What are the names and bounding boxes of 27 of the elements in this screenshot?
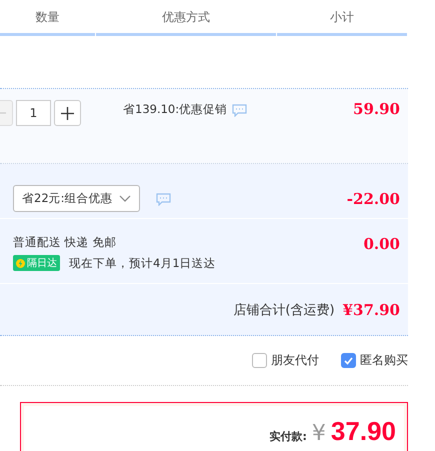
check-icon: [344, 356, 353, 364]
payment-amount: 37.90: [330, 416, 396, 446]
delivery-badge: 隔日达: [13, 255, 60, 271]
checkbox[interactable]: [252, 353, 267, 368]
chevron-down-icon: [118, 194, 131, 202]
shipping-amount: 0.00: [363, 235, 401, 253]
chat-icon[interactable]: [156, 193, 171, 206]
quantity-field[interactable]: 1: [16, 100, 51, 126]
column-header: 小计: [277, 0, 407, 36]
delivery-estimate: 现在下单，预计4月1日送达: [69, 256, 216, 270]
chat-icon[interactable]: [232, 104, 248, 117]
plus-button[interactable]: [54, 100, 81, 126]
checkbox[interactable]: [341, 353, 356, 368]
checkbox-label: 朋友代付: [271, 352, 319, 369]
discount-dropdown[interactable]: 省22元:组合优惠: [13, 185, 140, 212]
shipping-method: 普通配送 快递 免邮: [13, 235, 118, 250]
currency-sign: ¥: [312, 421, 326, 446]
payment-label: 实付款:: [270, 429, 307, 444]
discount-amount: -22.00: [346, 190, 401, 208]
store-total-label: 店铺合计(含运费): [233, 302, 335, 318]
column-header: 优惠方式: [96, 0, 276, 36]
plus-icon: [61, 106, 74, 120]
store-total-amount: ¥37.90: [342, 300, 401, 318]
subtotal-price: 59.90: [353, 100, 401, 118]
promotion-text: 省139.10:优惠促销: [123, 102, 228, 117]
checkbox-label: 匿名购买: [360, 352, 408, 369]
column-header: 数量: [0, 0, 95, 36]
